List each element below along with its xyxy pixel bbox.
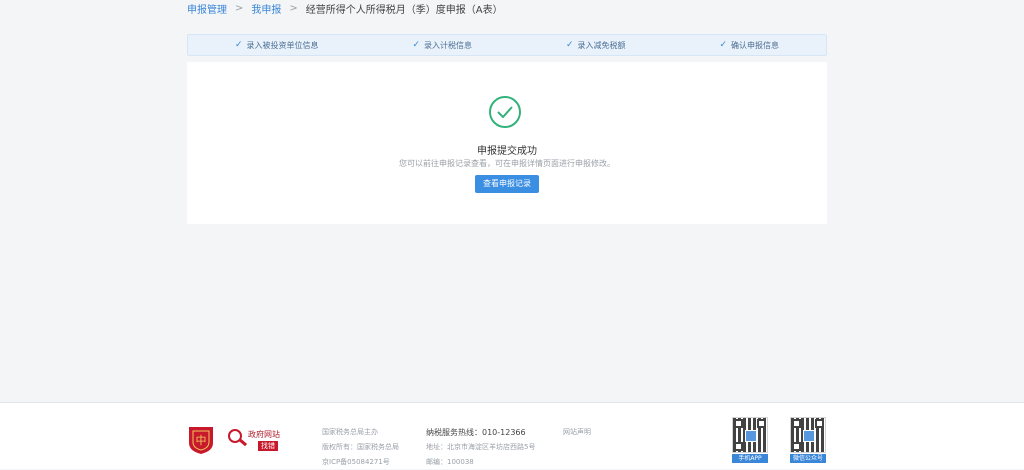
footer: 中 政府网站 找错 国家税务总局主办 版权所有：国家税务总局 京ICP备0508… xyxy=(0,402,1024,469)
breadcrumb-separator: > xyxy=(235,2,244,14)
service-hotline: 纳税服务热线：010-12366 xyxy=(426,428,526,437)
breadcrumb-current-page: 经营所得个人所得税月（季）度申报（A表） xyxy=(305,4,503,16)
progress-steps: ✓ 录入被投资单位信息 ✓ 录入计税信息 ✓ 录入减免税额 ✓ 确认申报信息 xyxy=(187,34,827,56)
gov-site-error-report-logo[interactable]: 政府网站 找错 xyxy=(228,425,288,453)
view-records-button[interactable]: 查看申报记录 xyxy=(475,175,539,193)
footer-contact-info: 纳税服务热线：010-12366 地址：北京市海淀区羊坊店西路5号 邮编：100… xyxy=(426,425,535,470)
gov-logo-title: 政府网站 xyxy=(248,430,280,439)
check-icon: ✓ xyxy=(412,39,421,50)
wechat-qr-code xyxy=(790,417,826,453)
step-investee-info: ✓ 录入被投资单位信息 xyxy=(235,40,319,51)
address: 地址：北京市海淀区羊坊店西路5号 xyxy=(426,443,536,451)
step-label: 录入被投资单位信息 xyxy=(246,40,319,50)
step-label: 确认申报信息 xyxy=(731,40,780,50)
gov-logo-subtitle: 找错 xyxy=(258,441,278,451)
step-label: 录入计税信息 xyxy=(424,40,473,50)
check-icon: ✓ xyxy=(565,39,574,50)
success-title: 申报提交成功 xyxy=(477,146,537,157)
step-label: 录入减免税额 xyxy=(577,40,626,50)
app-qr-code xyxy=(732,417,768,453)
wechat-qr-caption: 微信公众号 xyxy=(790,454,826,463)
breadcrumb-my-declaration[interactable]: 我申报 xyxy=(251,1,281,16)
success-check-icon xyxy=(489,96,521,128)
app-qr-caption: 手机APP xyxy=(732,454,768,463)
footer-host-info: 国家税务总局主办 版权所有：国家税务总局 京ICP备05084271号 xyxy=(322,428,399,466)
result-card: 申报提交成功 您可以前往申报记录查看，可在申报详情页面进行申报修改。 查看申报记… xyxy=(187,62,827,224)
footer-links: 网站声明 xyxy=(563,425,591,440)
breadcrumb: 申报管理 > 我申报 > 经营所得个人所得税月（季）度申报（A表） xyxy=(187,0,503,16)
tax-emblem-icon: 中 xyxy=(189,427,213,454)
breadcrumb-separator: > xyxy=(289,2,298,14)
step-confirm: ✓ 确认申报信息 xyxy=(719,40,779,51)
svg-text:中: 中 xyxy=(196,434,207,447)
check-icon: ✓ xyxy=(234,39,243,50)
breadcrumb-declaration-management[interactable]: 申报管理 xyxy=(187,1,227,16)
check-icon: ✓ xyxy=(719,39,728,50)
success-description: 您可以前往申报记录查看，可在申报详情页面进行申报修改。 xyxy=(399,159,615,168)
site-statement-link[interactable]: 网站声明 xyxy=(563,425,591,440)
step-tax-reduction: ✓ 录入减免税额 xyxy=(566,40,626,51)
step-tax-info: ✓ 录入计税信息 xyxy=(412,40,472,51)
